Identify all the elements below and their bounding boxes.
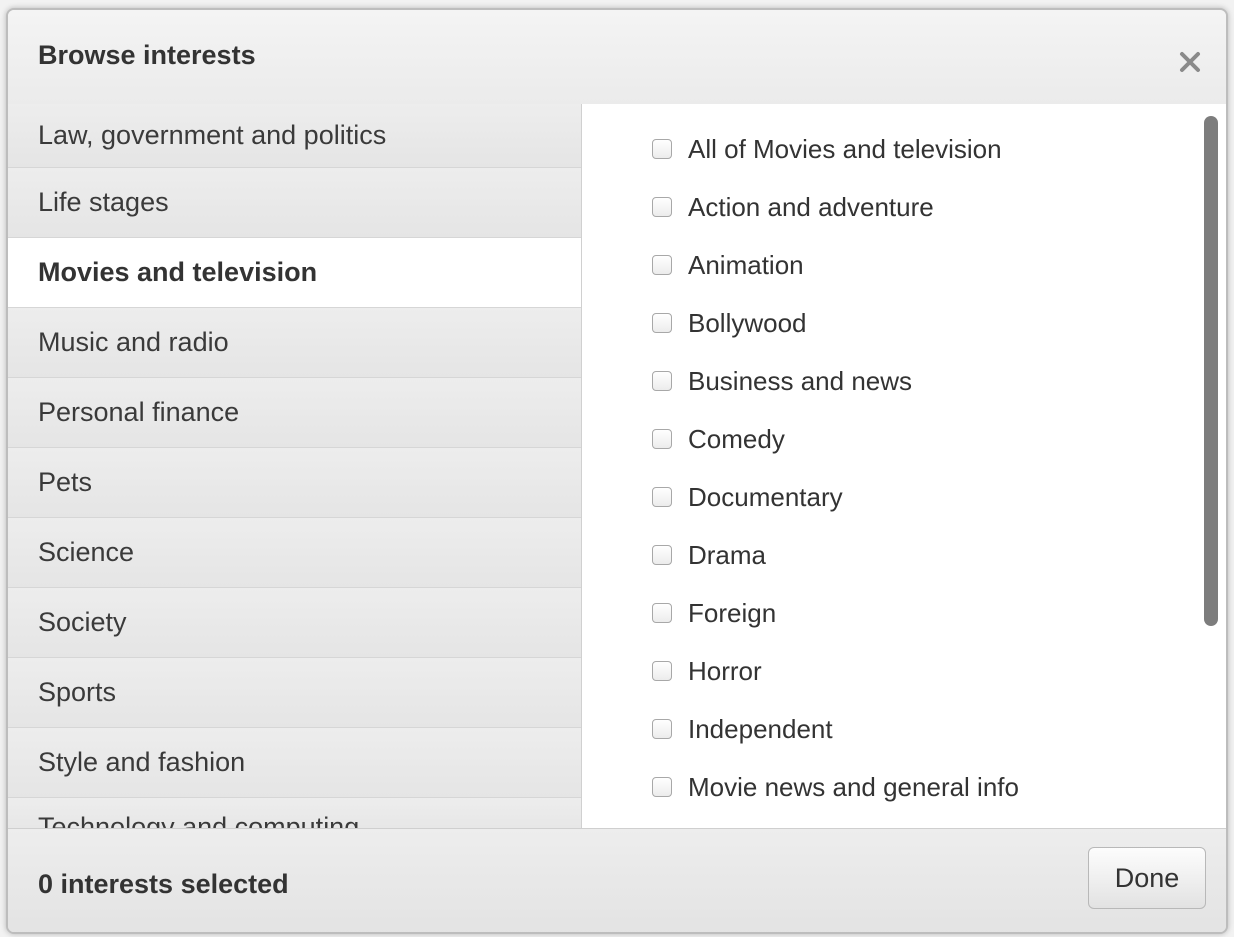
option-label: Movie news and general info (688, 771, 1019, 802)
checkbox[interactable] (652, 371, 672, 391)
option-label: Foreign (688, 597, 777, 628)
options-scrollbar[interactable] (1204, 116, 1218, 626)
category-item-life-stages[interactable]: Life stages (8, 168, 581, 238)
dialog-body: Law, government and politics Life stages… (8, 104, 1226, 828)
close-icon[interactable] (1176, 48, 1204, 76)
option-action-adventure[interactable]: Action and adventure (652, 178, 1019, 236)
category-list[interactable]: Law, government and politics Life stages… (8, 104, 582, 828)
option-horror[interactable]: Horror (652, 642, 1019, 700)
browse-interests-dialog: Browse interests Law, government and pol… (6, 8, 1228, 934)
option-label: Animation (688, 249, 804, 280)
dialog-header: Browse interests (8, 10, 1226, 105)
category-item-science[interactable]: Science (8, 518, 581, 588)
option-independent[interactable]: Independent (652, 700, 1019, 758)
option-label: Drama (688, 539, 767, 570)
option-label: Comedy (688, 423, 785, 454)
selected-count: 0 interests selected (38, 869, 289, 899)
interest-options-panel: All of Movies and television Action and … (582, 104, 1226, 828)
option-business-news[interactable]: Business and news (652, 352, 1019, 410)
category-item-society[interactable]: Society (8, 588, 581, 658)
option-label: Independent (688, 713, 833, 744)
checkbox[interactable] (652, 545, 672, 565)
checkbox[interactable] (652, 197, 672, 217)
option-label: All of Movies and television (688, 133, 1002, 164)
option-movie-news-general-info[interactable]: Movie news and general info (652, 758, 1019, 816)
checkbox[interactable] (652, 603, 672, 623)
option-label: Business and news (688, 365, 913, 396)
checkbox[interactable] (652, 255, 672, 275)
category-item-music-radio[interactable]: Music and radio (8, 308, 581, 378)
dialog-title: Browse interests (38, 40, 256, 70)
option-all-movies-television[interactable]: All of Movies and television (652, 120, 1019, 178)
category-item-personal-finance[interactable]: Personal finance (8, 378, 581, 448)
checkbox[interactable] (652, 313, 672, 333)
checkbox[interactable] (652, 661, 672, 681)
checkbox[interactable] (652, 777, 672, 797)
option-drama[interactable]: Drama (652, 526, 1019, 584)
checkbox[interactable] (652, 487, 672, 507)
done-button[interactable]: Done (1088, 847, 1206, 909)
checkbox[interactable] (652, 719, 672, 739)
option-label: Documentary (688, 481, 843, 512)
option-animation[interactable]: Animation (652, 236, 1019, 294)
option-foreign[interactable]: Foreign (652, 584, 1019, 642)
option-bollywood[interactable]: Bollywood (652, 294, 1019, 352)
option-comedy[interactable]: Comedy (652, 410, 1019, 468)
category-item-style-fashion[interactable]: Style and fashion (8, 728, 581, 798)
checkbox[interactable] (652, 139, 672, 159)
option-label: Horror (688, 655, 762, 686)
category-item-technology-computing[interactable]: Technology and computing (8, 798, 581, 828)
option-label: Action and adventure (688, 191, 934, 222)
option-label: Bollywood (688, 307, 807, 338)
dialog-footer: 0 interests selected Done (8, 828, 1226, 932)
checkbox[interactable] (652, 429, 672, 449)
option-documentary[interactable]: Documentary (652, 468, 1019, 526)
category-item-sports[interactable]: Sports (8, 658, 581, 728)
category-item-movies-television[interactable]: Movies and television (8, 238, 581, 308)
category-item-law-government-politics[interactable]: Law, government and politics (8, 104, 581, 168)
category-item-pets[interactable]: Pets (8, 448, 581, 518)
interest-option-list: All of Movies and television Action and … (652, 120, 1019, 816)
